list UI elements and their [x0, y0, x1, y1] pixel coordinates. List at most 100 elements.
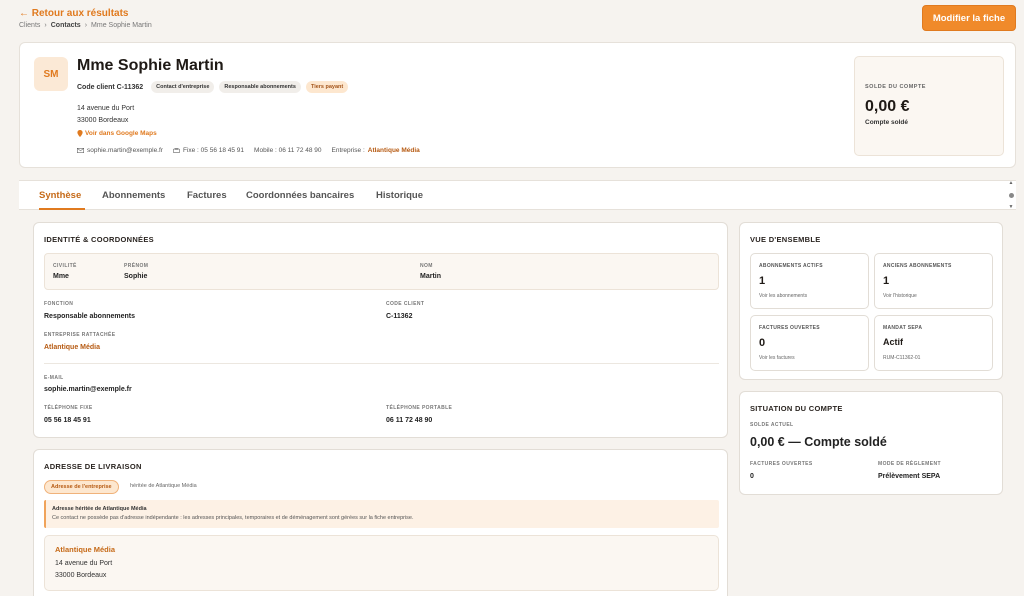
stat-former-subscriptions[interactable]: ANCIENS ABONNEMENTS 1 Voir l'historique	[874, 253, 993, 309]
code-client-label: CODE CLIENT	[386, 301, 425, 307]
tab-abonnements[interactable]: Abonnements	[102, 190, 165, 201]
identity-panel: IDENTITÉ & COORDONNÉES CIVILITÉ Mme PRÉN…	[33, 222, 728, 438]
portable-value: 06 11 72 48 90	[386, 417, 433, 424]
breadcrumb-contacts[interactable]: Contacts	[51, 22, 81, 29]
google-maps-link[interactable]: Voir dans Google Maps	[77, 130, 157, 137]
stat-sepa-mandate[interactable]: MANDAT SEPA Actif RUM-C11362-01	[874, 315, 993, 371]
account-balance-card: SOLDE DU COMPTE 0,00 € Compte soldé	[854, 56, 1004, 156]
nom-value: Martin	[420, 273, 441, 280]
client-code: Code client C-11362	[77, 83, 144, 91]
breadcrumb-clients[interactable]: Clients	[19, 22, 40, 29]
section-divider	[44, 363, 719, 364]
badge-contact-entreprise: Contact d'entreprise	[151, 81, 215, 93]
tabs-bar: Synthèse Abonnements Factures Coordonnée…	[19, 180, 1016, 210]
factures-value: 0	[750, 473, 754, 480]
back-to-results-link[interactable]: ← Retour aux résultats	[19, 8, 128, 19]
breadcrumb-separator: ›	[84, 22, 88, 29]
nom-label: NOM	[420, 263, 433, 269]
company-link[interactable]: Atlantique Média	[368, 147, 420, 154]
google-maps-label: Voir dans Google Maps	[85, 130, 157, 137]
entreprise-label: ENTREPRISE RATTACHÉE	[44, 332, 116, 338]
account-title: SITUATION DU COMPTE	[750, 404, 843, 413]
solde-value: 0,00 € — Compte soldé	[750, 435, 887, 449]
stat-active-subscriptions[interactable]: ABONNEMENTS ACTIFS 1 Voir les abonnement…	[750, 253, 869, 309]
map-pin-icon	[77, 130, 83, 137]
scroll-down-icon[interactable]: ▼	[1009, 204, 1014, 210]
phone-fixe-item[interactable]: Fixe : 05 56 18 45 91	[172, 147, 245, 154]
breadcrumb-current: Mme Sophie Martin	[91, 22, 152, 29]
stat-value: 0	[759, 337, 766, 349]
stat-value: 1	[883, 275, 890, 287]
email-label: E-MAIL	[44, 375, 64, 381]
delivery-address-panel: ADRESSE DE LIVRAISON Adresse de l'entrep…	[33, 449, 728, 596]
contact-name: Mme Sophie Martin	[77, 57, 224, 74]
delivery-line-2: 33000 Bordeaux	[55, 572, 107, 579]
stat-link[interactable]: Voir l'historique	[883, 293, 917, 299]
breadcrumb: Clients › Contacts › Mme Sophie Martin	[19, 22, 152, 29]
code-client-value: C-11362	[386, 313, 413, 320]
fixe-value: 05 56 18 45 91	[44, 417, 91, 424]
delivery-company-link[interactable]: Atlantique Média	[55, 545, 115, 554]
notice-text: Ce contact ne possède pas d'adresse indé…	[52, 515, 414, 521]
breadcrumb-separator: ›	[44, 22, 47, 29]
phone-mobile-item[interactable]: Mobile : 06 11 72 48 90	[254, 147, 321, 154]
inherited-address-notice: Adresse héritée de Atlantique Média Ce c…	[44, 500, 719, 528]
balance-amount: 0,00 €	[865, 98, 910, 115]
delivery-title: ADRESSE DE LIVRAISON	[44, 462, 142, 471]
avatar: SM	[34, 57, 68, 91]
balance-label: SOLDE DU COMPTE	[865, 84, 926, 90]
fonction-value: Responsable abonnements	[44, 313, 136, 320]
delivery-address-card: Atlantique Média 14 avenue du Port 33000…	[44, 535, 719, 591]
company-address-chip[interactable]: Adresse de l'entreprise	[44, 480, 119, 494]
scroll-dot-icon	[1008, 192, 1014, 198]
company-item: Entreprise : Atlantique Média	[332, 147, 420, 154]
overview-title: VUE D'ENSEMBLE	[750, 235, 821, 244]
tab-historique[interactable]: Historique	[376, 190, 423, 201]
account-situation-panel: SITUATION DU COMPTE SOLDE ACTUEL 0,00 € …	[739, 391, 1003, 495]
email-item[interactable]: sophie.martin@exemple.fr	[77, 147, 163, 154]
balance-status: Compte soldé	[865, 119, 908, 126]
stat-label: ANCIENS ABONNEMENTS	[883, 263, 952, 269]
email-icon	[77, 148, 84, 153]
prenom-value: Sophie	[124, 273, 148, 280]
inherited-note: héritée de Atlantique Média	[130, 483, 197, 489]
fixe-label: TÉLÉPHONE FIXE	[44, 405, 93, 411]
phone-icon	[172, 148, 180, 153]
stat-label: MANDAT SEPA	[883, 325, 923, 331]
scroll-up-icon[interactable]: ▲	[1009, 180, 1014, 186]
address-line-1: 14 avenue du Port	[77, 105, 135, 112]
profile-card: SM Mme Sophie Martin Code client C-11362…	[19, 42, 1016, 168]
company-prefix: Entreprise :	[331, 147, 365, 154]
profile-meta-row: Code client C-11362 Contact d'entreprise…	[77, 81, 349, 93]
tab-coordonnees-bancaires[interactable]: Coordonnées bancaires	[246, 190, 354, 201]
phone-fixe-text: Fixe : 05 56 18 45 91	[182, 147, 245, 154]
stat-label: FACTURES OUVERTES	[759, 325, 820, 331]
stat-value: 1	[759, 275, 766, 287]
solde-label: SOLDE ACTUEL	[750, 422, 794, 428]
contact-info-row: sophie.martin@exemple.fr Fixe : 05 56 18…	[77, 147, 420, 154]
delivery-line-1: 14 avenue du Port	[55, 560, 113, 567]
stat-open-invoices[interactable]: FACTURES OUVERTES 0 Voir les factures	[750, 315, 869, 371]
address-line-2: 33000 Bordeaux	[77, 117, 129, 124]
stat-link[interactable]: Voir les factures	[759, 355, 795, 361]
civilite-label: CIVILITÉ	[53, 263, 77, 269]
notice-title: Adresse héritée de Atlantique Média	[52, 506, 147, 512]
stat-link[interactable]: Voir les abonnements	[759, 293, 807, 299]
tabs-scroll-control[interactable]: ▲ ▼	[1006, 180, 1016, 210]
phone-mobile-text: Mobile : 06 11 72 48 90	[254, 147, 322, 154]
tab-factures[interactable]: Factures	[187, 190, 227, 201]
badge-tiers-payant: Tiers payant	[305, 81, 349, 93]
factures-label: FACTURES OUVERTES	[750, 461, 813, 467]
entreprise-link[interactable]: Atlantique Média	[44, 344, 100, 351]
active-tab-indicator	[39, 208, 85, 210]
tab-synthese[interactable]: Synthèse	[39, 190, 81, 201]
prenom-label: PRÉNOM	[124, 263, 149, 269]
badge-responsable-abonnements: Responsable abonnements	[219, 81, 301, 93]
email-value: sophie.martin@exemple.fr	[44, 386, 132, 393]
stat-value: Actif	[883, 337, 903, 347]
fonction-label: FONCTION	[44, 301, 74, 307]
edit-record-button[interactable]: Modifier la fiche	[922, 5, 1016, 31]
profile-address: 14 avenue du Port 33000 Bordeaux	[77, 103, 134, 127]
top-bar: ← Retour aux résultats Clients › Contact…	[0, 0, 1024, 40]
overview-panel: VUE D'ENSEMBLE ABONNEMENTS ACTIFS 1 Voir…	[739, 222, 1003, 380]
